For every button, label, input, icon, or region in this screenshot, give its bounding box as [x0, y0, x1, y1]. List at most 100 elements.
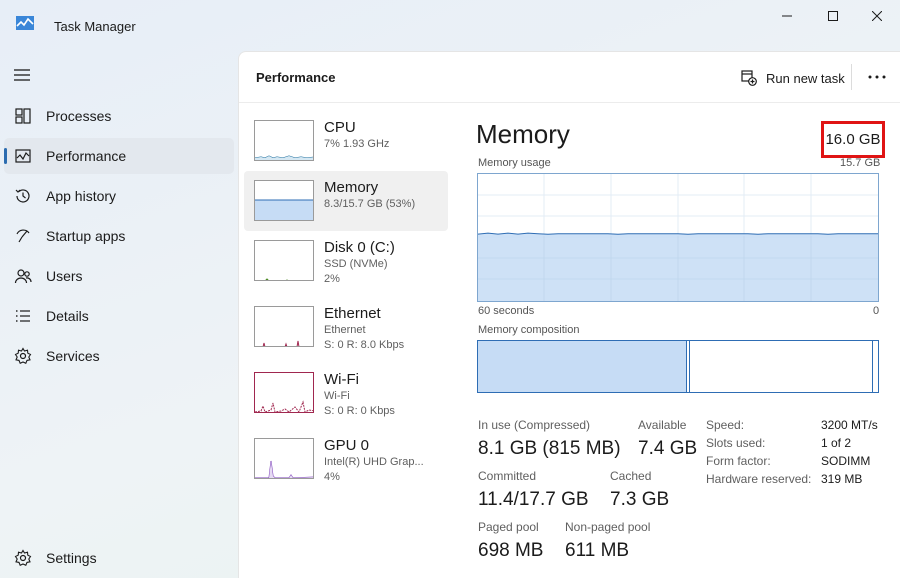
non-paged-pool-label: Non-paged pool [565, 520, 651, 534]
committed-label: Committed [478, 469, 537, 483]
speed-label: Speed: [706, 418, 745, 432]
memory-usage-chart [478, 174, 878, 301]
hardware-reserved-label: Hardware reserved: [706, 472, 812, 486]
device-memory[interactable]: Memory 8.3/15.7 GB (53%) [244, 171, 448, 231]
composition-modified [689, 341, 690, 392]
memory-usage-line [478, 232, 878, 235]
form-factor-label: Form factor: [706, 454, 771, 468]
in-use-label: In use (Compressed) [478, 418, 591, 432]
sidebar-item-processes[interactable]: Processes [4, 98, 234, 134]
disk-thumbnail [254, 240, 314, 281]
hardware-reserved-value: 319 MB [821, 472, 863, 486]
device-gpu[interactable]: GPU 0 Intel(R) UHD Grap... 4% [244, 429, 448, 489]
ethernet-thumbnail [254, 306, 314, 347]
sidebar-item-label: Startup apps [46, 228, 126, 244]
device-name: CPU [324, 119, 356, 136]
memory-sparkline [255, 199, 313, 220]
close-icon [872, 11, 882, 21]
paged-pool-label: Paged pool [478, 520, 539, 534]
paged-pool-value: 698 MB [478, 540, 544, 561]
sidebar-item-label: Services [46, 348, 100, 364]
disk-sparkline [265, 278, 289, 280]
memory-composition-bar [477, 340, 879, 393]
title-bar: Task Manager [0, 0, 900, 50]
minimize-button[interactable] [764, 0, 810, 32]
sidebar-item-services[interactable]: Services [4, 338, 234, 374]
details-icon [16, 310, 30, 322]
sidebar-item-label: Users [46, 268, 83, 284]
sidebar-item-label: Performance [46, 148, 127, 164]
minimize-icon [782, 15, 792, 17]
page-title: Performance [256, 70, 336, 85]
memory-usage-max: 15.7 GB [840, 157, 881, 169]
gpu-thumbnail [254, 438, 314, 479]
more-icon[interactable] [867, 70, 887, 84]
device-name: GPU 0 [324, 437, 370, 454]
device-name: Ethernet [324, 305, 381, 322]
memory-usage-graph [477, 173, 879, 302]
sidebar-item-settings[interactable]: Settings [4, 540, 234, 576]
device-detail: SSD (NVMe) [324, 258, 388, 270]
maximize-icon [828, 11, 838, 21]
task-manager-icon [16, 16, 34, 30]
device-name: Wi-Fi [324, 371, 359, 388]
device-cpu[interactable]: CPU 7% 1.93 GHz [244, 111, 448, 171]
run-new-task-label: Run new task [766, 70, 845, 86]
device-name: Disk 0 (C:) [324, 239, 395, 256]
sidebar-item-startup-apps[interactable]: Startup apps [4, 218, 234, 254]
memory-composition-label: Memory composition [478, 324, 580, 336]
sidebar-item-label: Processes [46, 108, 112, 124]
wifi-sparkline [255, 400, 313, 412]
device-detail: Ethernet [324, 324, 366, 336]
slots-used-label: Slots used: [706, 436, 766, 450]
processes-icon [15, 108, 31, 124]
memory-total: 16.0 GB [825, 131, 881, 148]
sidebar-item-performance[interactable]: Performance [4, 138, 234, 174]
performance-panel: Performance Run new task CPU 7% 1.93 GHz… [238, 51, 900, 578]
run-new-task-button[interactable]: Run new task [741, 68, 845, 88]
device-disk[interactable]: Disk 0 (C:) SSD (NVMe) 2% [244, 231, 448, 291]
device-name: Memory [324, 179, 379, 196]
active-indicator [4, 148, 7, 164]
gpu-sparkline [255, 460, 313, 478]
sidebar-item-details[interactable]: Details [4, 298, 234, 334]
users-icon [14, 269, 32, 284]
memory-total-box: 16.0 GB [821, 121, 885, 158]
available-label: Available [638, 418, 687, 432]
sidebar-item-app-history[interactable]: App history [4, 178, 234, 214]
composition-in-use [478, 341, 687, 392]
device-ethernet[interactable]: Ethernet Ethernet S: 0 R: 8.0 Kbps [244, 297, 448, 357]
sidebar-item-users[interactable]: Users [4, 258, 234, 294]
time-span-label: 60 seconds [478, 305, 535, 317]
wifi-thumbnail [254, 372, 314, 413]
cpu-sparkline [255, 155, 313, 160]
history-icon [15, 189, 30, 203]
non-paged-pool-value: 611 MB [565, 540, 630, 561]
in-use-value: 8.1 GB (815 MB) [478, 438, 621, 459]
device-wifi[interactable]: Wi-Fi Wi-Fi S: 0 R: 0 Kbps [244, 363, 448, 423]
available-value: 7.4 GB [638, 438, 698, 459]
speed-value: 3200 MT/s [821, 418, 878, 432]
composition-standby [872, 341, 873, 392]
sidebar-item-label: Settings [46, 550, 97, 566]
device-detail: Wi-Fi [324, 390, 350, 402]
device-detail: 8.3/15.7 GB (53%) [324, 198, 416, 210]
panel-header: Performance Run new task [239, 52, 900, 103]
hamburger-icon[interactable] [13, 67, 31, 83]
device-throughput: S: 0 R: 8.0 Kbps [324, 339, 405, 351]
time-end-label: 0 [873, 305, 880, 317]
committed-value: 11.4/17.7 GB [478, 489, 589, 510]
sidebar-item-label: App history [46, 188, 117, 204]
form-factor-value: SODIMM [821, 454, 871, 468]
startup-icon [16, 229, 30, 243]
device-usage: 2% [324, 273, 340, 285]
close-button[interactable] [854, 0, 900, 32]
gear-icon [14, 549, 32, 567]
device-usage: 4% [324, 471, 340, 483]
services-icon [14, 347, 32, 365]
maximize-button[interactable] [810, 0, 856, 32]
ethernet-sparkline [262, 340, 300, 346]
performance-icon [15, 149, 31, 163]
device-detail: 7% 1.93 GHz [324, 138, 390, 150]
device-throughput: S: 0 R: 0 Kbps [324, 405, 395, 417]
